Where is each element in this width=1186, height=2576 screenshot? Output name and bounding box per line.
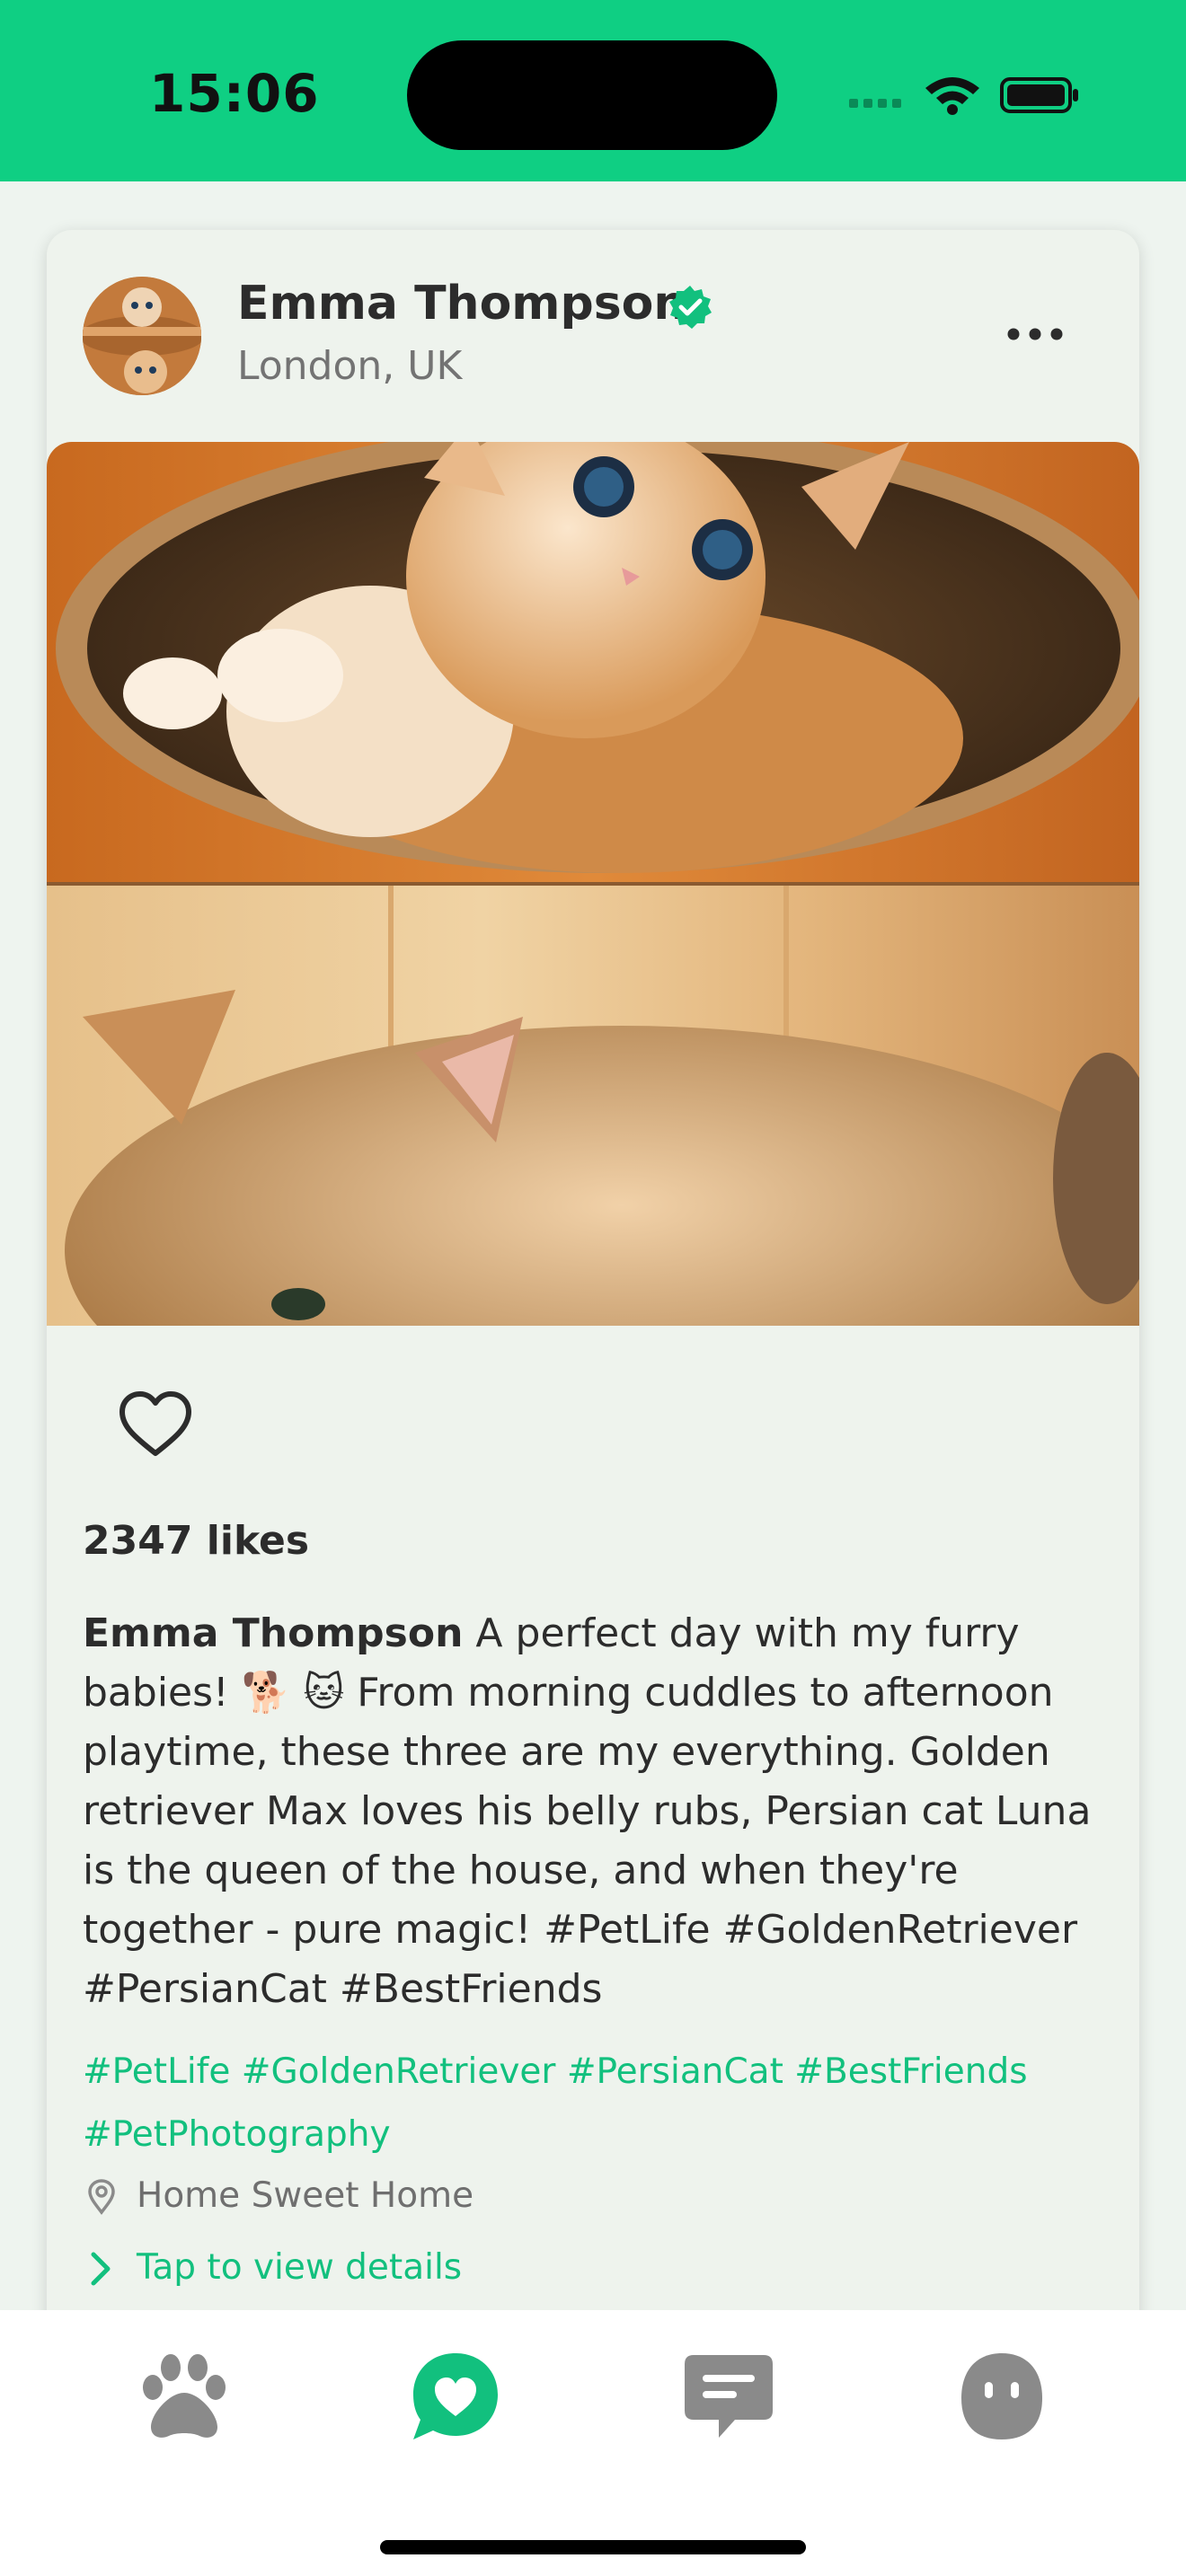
- more-options-icon[interactable]: [999, 316, 1071, 352]
- status-time: 15:06: [149, 63, 320, 124]
- hashtags-line[interactable]: #PetLife #GoldenRetriever #PersianCat #B…: [83, 2041, 1089, 2104]
- view-details-link[interactable]: Tap to view details: [137, 2247, 462, 2288]
- profile-face-icon[interactable]: [952, 2348, 1051, 2447]
- author-name[interactable]: Emma Thompson: [237, 277, 686, 331]
- likes-count: 2347 likes: [83, 1518, 310, 1564]
- hashtags-line[interactable]: #PetPhotography: [83, 2104, 1089, 2166]
- wifi-icon: [925, 77, 979, 115]
- verified-badge-icon: [669, 286, 712, 329]
- paw-icon[interactable]: [135, 2348, 234, 2447]
- like-heart-icon[interactable]: [117, 1389, 194, 1460]
- post-place: Home Sweet Home: [137, 2175, 474, 2216]
- avatar[interactable]: [83, 277, 201, 395]
- status-icons: [849, 77, 1078, 115]
- status-bar: 15:06: [0, 0, 1186, 181]
- post-photo[interactable]: [47, 442, 1139, 1326]
- battery-icon: [1000, 77, 1078, 113]
- home-indicator: [380, 2540, 806, 2554]
- post-caption: Emma Thompson A perfect day with my furr…: [83, 1604, 1107, 2019]
- post-photo-image: [47, 442, 1139, 1326]
- post-card: Emma Thompson London, UK 2347 likes Emma…: [47, 230, 1139, 2332]
- heart-chat-icon[interactable]: [406, 2348, 505, 2447]
- chevron-right-icon: [91, 2252, 111, 2286]
- tab-bar: [0, 2310, 1186, 2576]
- hashtags: #PetLife #GoldenRetriever #PersianCat #B…: [83, 2041, 1089, 2166]
- author-location: London, UK: [237, 343, 463, 389]
- caption-text: A perfect day with my furry babies! 🐕 🐱 …: [83, 1610, 1092, 2012]
- avatar-image: [83, 277, 201, 395]
- dynamic-island: [407, 40, 777, 150]
- location-pin-icon: [88, 2179, 115, 2215]
- message-icon[interactable]: [679, 2348, 778, 2447]
- caption-author[interactable]: Emma Thompson: [83, 1610, 463, 1656]
- cellular-signal-icon: [849, 99, 901, 108]
